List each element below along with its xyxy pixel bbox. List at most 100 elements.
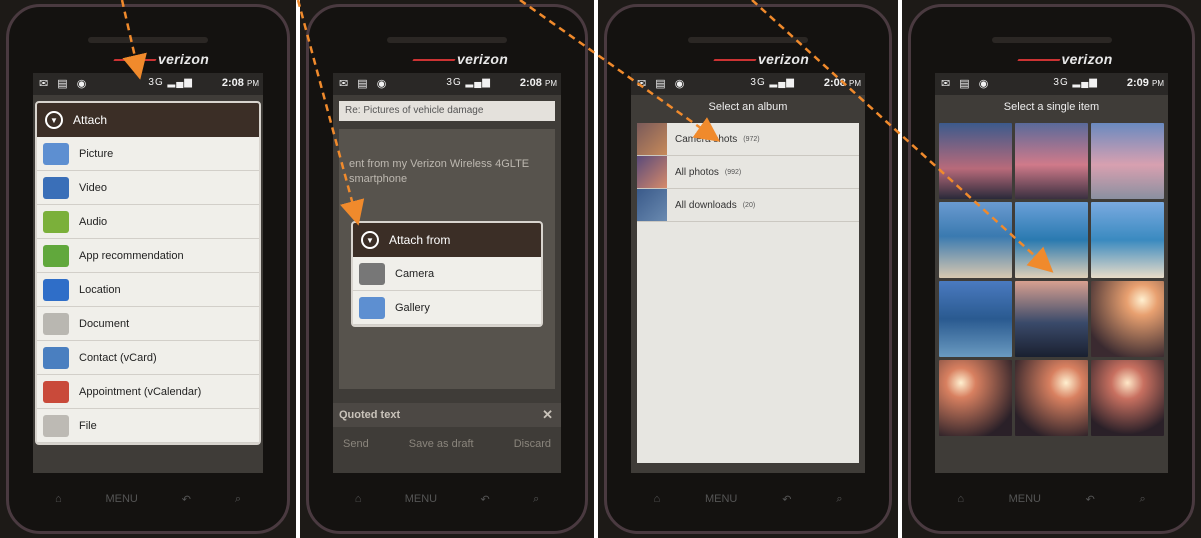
clock: 2:08 PM	[221, 77, 259, 89]
menu-item-contact-vcard[interactable]: Contact (vCard)	[37, 341, 259, 375]
step-4-select-item: verizon ✉ ▤ ◉ 3G ▂▄▆ 2:09 PM Select a si…	[902, 0, 1201, 538]
back-icon[interactable]: ↶	[182, 493, 191, 506]
screen-title: Select a single item	[1003, 101, 1100, 113]
search-icon[interactable]: ⌕	[533, 493, 539, 506]
back-icon[interactable]: ↶	[782, 493, 791, 506]
compose-actions: Send Save as draft Discard	[333, 429, 561, 459]
album-count: (972)	[743, 135, 760, 143]
photo-thumbnail[interactable]	[1015, 123, 1088, 199]
carrier-logo: verizon	[1061, 51, 1113, 67]
album-name: All photos	[675, 166, 719, 178]
notification-icons: ✉ ▤ ◉	[637, 78, 688, 90]
photo-thumbnail[interactable]	[939, 123, 1012, 199]
quoted-text-bar[interactable]: Quoted text ✕	[333, 403, 561, 427]
document-icon	[43, 312, 69, 335]
menu-item-document[interactable]: Document	[37, 307, 259, 341]
back-icon[interactable]: ↶	[1086, 493, 1095, 506]
calendar-icon	[43, 380, 69, 403]
menu-item-location[interactable]: Location	[37, 273, 259, 307]
photo-thumbnail[interactable]	[939, 360, 1012, 436]
attach-dialog: ▼ Attach Picture Video Audio App recommenda…	[35, 101, 261, 445]
camera-icon	[359, 262, 385, 285]
photo-thumbnail[interactable]	[1015, 202, 1088, 278]
menu-button[interactable]: MENU	[1009, 493, 1041, 505]
home-icon[interactable]: ⌂	[653, 493, 660, 505]
menu-item-label: Video	[79, 181, 107, 194]
music-note-icon	[43, 210, 69, 233]
back-icon[interactable]: ↶	[481, 493, 490, 506]
photo-thumbnail[interactable]	[1091, 360, 1164, 436]
album-name: Camera shots	[675, 133, 738, 145]
close-icon[interactable]: ✕	[542, 407, 553, 423]
album-item[interactable]: All photos (992)	[637, 156, 859, 189]
dialog-header: ▼ Attach	[37, 103, 259, 137]
menu-item-label: Document	[79, 317, 130, 330]
search-icon[interactable]: ⌕	[836, 493, 842, 506]
photo-thumbnail[interactable]	[1015, 360, 1088, 436]
album-thumbnail	[637, 123, 667, 155]
earpiece	[688, 37, 808, 43]
brand-check-mark	[412, 45, 464, 61]
search-icon[interactable]: ⌕	[1140, 493, 1146, 506]
menu-item-label: Audio	[79, 215, 108, 228]
photo-thumbnail[interactable]	[1091, 123, 1164, 199]
status-bar: ✉ ▤ ◉ 3G ▂▄▆ 2:08 PM	[631, 73, 865, 95]
signal-icon: 3G ▂▄▆	[1053, 77, 1098, 88]
menu-item-camera[interactable]: Camera	[353, 257, 541, 291]
brand-check-mark	[713, 45, 765, 61]
phone-frame: verizon ✉ ▤ ◉ 3G ▂▄▆ 2:08 PM Select an a…	[604, 4, 892, 534]
home-icon[interactable]: ⌂	[355, 493, 362, 505]
carrier-logo: verizon	[158, 51, 210, 67]
nav-bar: ⌂ MENU ↶ ⌕	[33, 487, 263, 511]
status-bar: ✉ ▤ ◉ 3G ▂▄▆ 2:08 PM	[33, 73, 263, 95]
menu-item-label: Camera	[395, 267, 435, 280]
menu-item-label: App recommendation	[79, 249, 184, 262]
screen-title: Select an album	[708, 101, 788, 113]
search-icon[interactable]: ⌕	[235, 493, 241, 506]
notification-icons: ✉ ▤ ◉	[339, 78, 390, 90]
menu-item-label: Appointment (vCalendar)	[79, 385, 202, 398]
menu-item-appointment-vcalendar[interactable]: Appointment (vCalendar)	[37, 375, 259, 409]
dialog-title: Attach	[73, 113, 108, 127]
status-bar: ✉ ▤ ◉ 3G ▂▄▆ 2:09 PM	[935, 73, 1168, 95]
album-item[interactable]: Camera shots (972)	[637, 123, 859, 156]
menu-item-video[interactable]: Video	[37, 171, 259, 205]
send-button[interactable]: Send	[343, 438, 369, 450]
menu-item-app-recommendation[interactable]: App recommendation	[37, 239, 259, 273]
brand-check-mark	[1016, 45, 1069, 61]
phone-frame: verizon ✉ ▤ ◉ 3G ▂▄▆ 2:08 PM Re: Picture…	[306, 4, 588, 534]
video-icon	[43, 176, 69, 199]
menu-item-file[interactable]: File	[37, 409, 259, 443]
earpiece	[387, 37, 507, 43]
clock: 2:08 PM	[519, 77, 557, 89]
menu-item-label: Gallery	[395, 301, 430, 314]
menu-item-picture[interactable]: Picture	[37, 137, 259, 171]
menu-button[interactable]: MENU	[705, 493, 737, 505]
album-list: Camera shots (972) All photos (992) All …	[637, 123, 859, 463]
menu-item-label: File	[79, 419, 97, 432]
photo-thumbnail[interactable]	[1091, 202, 1164, 278]
menu-item-gallery[interactable]: Gallery	[353, 291, 541, 325]
carrier-logo: verizon	[457, 51, 509, 67]
phone-screen: ✉ ▤ ◉ 3G ▂▄▆ 2:08 PM Re: Pictures of veh…	[333, 73, 561, 473]
menu-item-label: Picture	[79, 147, 114, 160]
earpiece	[991, 37, 1112, 43]
menu-button[interactable]: MENU	[405, 493, 437, 505]
menu-item-audio[interactable]: Audio	[37, 205, 259, 239]
step-1-attach-menu: verizon ✉ ▤ ◉ 3G ▂▄▆ 2:08 PM ▼ Attach Pi…	[0, 0, 296, 538]
subject-field[interactable]: Re: Pictures of vehicle damage	[339, 101, 555, 121]
home-icon[interactable]: ⌂	[957, 493, 964, 505]
discard-button[interactable]: Discard	[514, 438, 551, 450]
photo-thumbnail[interactable]	[1091, 281, 1164, 357]
save-draft-button[interactable]: Save as draft	[409, 438, 474, 450]
album-item[interactable]: All downloads (20)	[637, 189, 859, 222]
photo-thumbnail[interactable]	[1015, 281, 1088, 357]
menu-button[interactable]: MENU	[105, 493, 137, 505]
carrier-logo: verizon	[758, 51, 810, 67]
photo-thumbnail[interactable]	[939, 281, 1012, 357]
menu-item-label: Location	[79, 283, 121, 296]
file-icon	[43, 414, 69, 437]
album-thumbnail	[637, 156, 667, 188]
photo-thumbnail[interactable]	[939, 202, 1012, 278]
home-icon[interactable]: ⌂	[55, 493, 62, 505]
